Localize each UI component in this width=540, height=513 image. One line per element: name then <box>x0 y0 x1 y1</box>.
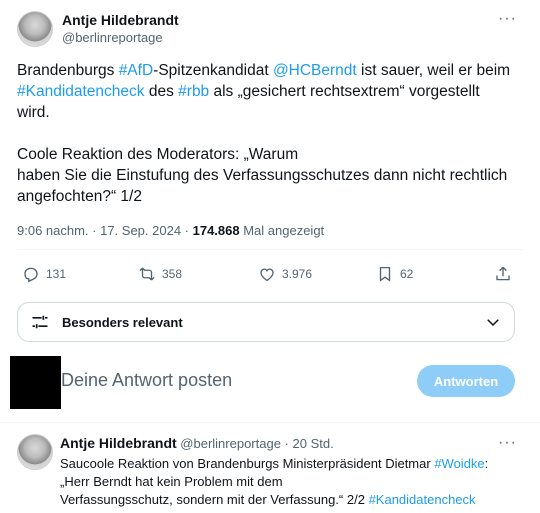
like-count: 3.976 <box>282 267 313 281</box>
text: -Spitzenkandidat <box>153 62 273 79</box>
reply-submit-button[interactable]: Antworten <box>417 365 515 397</box>
reply-author-handle[interactable]: @berlinreportage · 20 Std. <box>180 436 333 451</box>
sliders-icon <box>32 315 48 329</box>
bookmark-icon <box>379 266 391 282</box>
repost-icon <box>139 267 155 281</box>
chevron-down-icon <box>487 319 499 327</box>
hashtag-afd[interactable]: #AfD <box>119 62 153 79</box>
text: Verfassungsschutz, sondern mit der Verfa… <box>60 492 369 507</box>
share-icon <box>496 266 510 281</box>
reply-line-2: „Herr Berndt hat kein Problem mit dem <box>60 474 283 489</box>
divider <box>17 249 523 250</box>
author-name[interactable]: Antje Hildebrandt <box>62 12 179 28</box>
repost-count: 358 <box>162 267 183 281</box>
reply-input[interactable]: Deine Antwort posten <box>61 370 232 391</box>
tweet-line-3: wird. <box>17 104 50 121</box>
author-avatar[interactable] <box>17 11 53 47</box>
timestamp[interactable]: 9:06 nachm. · 17. Sep. 2024 · <box>17 223 193 238</box>
tweet-line-2: #Kandidatencheck des #rbb als „gesichert… <box>17 81 527 102</box>
text: : <box>484 456 489 471</box>
heart-icon <box>260 268 274 282</box>
tweet-line-1: Brandenburgs #AfD-Spitzenkandidat @HCBer… <box>17 60 527 81</box>
tweet-meta: 9:06 nachm. · 17. Sep. 2024 · 174.868 Ma… <box>17 223 324 238</box>
view-count: 174.868 <box>192 223 240 238</box>
author-handle[interactable]: @berlinreportage <box>62 30 163 45</box>
reply-line-3: Verfassungsschutz, sondern mit der Verfa… <box>60 491 530 509</box>
more-icon[interactable]: ··· <box>498 10 517 28</box>
hashtag-kandidatencheck[interactable]: #Kandidatencheck <box>17 83 145 100</box>
text: Saucoole Reaktion von Brandenburgs Minis… <box>60 456 435 471</box>
relevance-sort-button[interactable]: Besonders relevant <box>17 302 515 342</box>
tweet-line-6: angefochten?“ 1/2 <box>17 188 142 205</box>
reply-author-name[interactable]: Antje Hildebrandt <box>60 435 177 451</box>
tweet-text: Brandenburgs #AfD-Spitzenkandidat @HCBer… <box>17 60 527 207</box>
hashtag-kandidatencheck[interactable]: #Kandidatencheck <box>369 492 476 507</box>
reply-author-avatar[interactable] <box>17 434 53 470</box>
reply-action[interactable]: 131 <box>22 265 66 283</box>
reply-line-1: Saucoole Reaktion von Brandenburgs Minis… <box>60 455 530 473</box>
tweet-line-5: haben Sie die Einstufung des Verfassungs… <box>17 167 508 184</box>
reply-icon <box>24 267 38 283</box>
text: als „gesichert rechtsextrem“ vorgestellt <box>209 83 480 100</box>
mention-hcberndt[interactable]: @HCBerndt <box>273 62 357 79</box>
reply-header: Antje Hildebrandt @berlinreportage · 20 … <box>60 435 334 451</box>
share-action[interactable] <box>494 265 512 283</box>
hashtag-woidke[interactable]: #Woidke <box>434 456 484 471</box>
bookmark-count: 62 <box>400 267 414 281</box>
reply-text: Saucoole Reaktion von Brandenburgs Minis… <box>60 455 530 509</box>
bookmark-action[interactable]: 62 <box>376 265 413 283</box>
views-label: Mal angezeigt <box>239 223 325 238</box>
relevance-label: Besonders relevant <box>62 314 183 330</box>
divider <box>0 422 540 423</box>
text: ist sauer, weil er beim <box>356 62 511 79</box>
reply-count: 131 <box>46 267 67 281</box>
reply-avatar-redacted <box>10 356 61 409</box>
like-action[interactable]: 3.976 <box>258 265 312 283</box>
text: des <box>144 83 179 100</box>
repost-action[interactable]: 358 <box>138 265 182 283</box>
tweet-line-4: Coole Reaktion des Moderators: „Warum <box>17 146 299 163</box>
text: Brandenburgs <box>17 62 119 79</box>
hashtag-rbb[interactable]: #rbb <box>178 83 209 100</box>
more-icon[interactable]: ··· <box>498 434 517 452</box>
